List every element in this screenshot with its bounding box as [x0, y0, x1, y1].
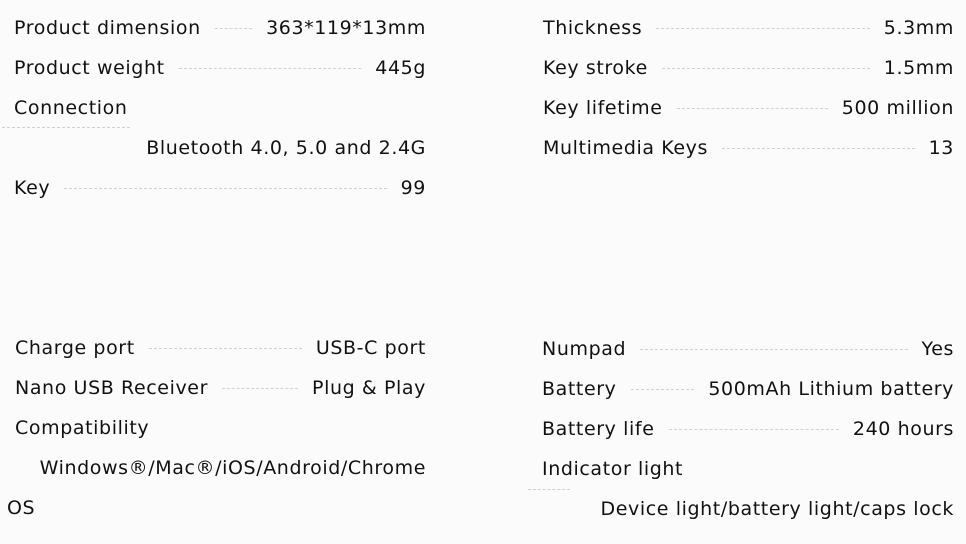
spec-panel-top-left: Product dimension 363*119*13mm Product w…: [2, 8, 426, 208]
spec-value: 99: [400, 177, 426, 199]
spec-label: Multimedia Keys: [543, 137, 709, 159]
spec-label: Battery: [542, 378, 617, 400]
dotted-leader: [668, 428, 839, 430]
dotted-leader: [630, 388, 695, 390]
dotted-leader: [178, 67, 362, 69]
dotted-leader: [64, 187, 387, 189]
spec-value: 5.3mm: [883, 17, 954, 39]
spec-row-numpad: Numpad Yes: [542, 329, 954, 369]
spec-label: Indicator light: [542, 458, 684, 480]
spec-panel-bottom-left: Charge port USB-C port Nano USB Receiver…: [7, 328, 426, 528]
spec-label: Charge port: [15, 337, 135, 359]
spec-value: Plug & Play: [312, 377, 426, 399]
dotted-leader: [722, 147, 915, 149]
spec-row-compatibility-value-cont: OS: [7, 488, 426, 528]
spec-row-indicator-light-value: Device light/battery light/caps lock: [542, 489, 954, 529]
spec-value: Bluetooth 4.0, 5.0 and 2.4G: [146, 137, 426, 159]
spec-row-key-lifetime: Key lifetime 500 million: [543, 88, 954, 128]
spec-value: 363*119*13mm: [266, 17, 426, 39]
spec-value: 500mAh Lithium battery: [708, 378, 954, 400]
spec-row-thickness: Thickness 5.3mm: [543, 8, 954, 48]
spec-row-key: Key 99: [14, 168, 426, 208]
spec-row-nano-usb-receiver: Nano USB Receiver Plug & Play: [15, 368, 426, 408]
spec-label: Numpad: [542, 338, 627, 360]
spec-label: Key lifetime: [543, 97, 663, 119]
spec-row-connection: Connection: [14, 88, 426, 128]
dotted-leader: [640, 348, 908, 350]
spec-value: USB-C port: [315, 337, 426, 359]
dotted-leader: [656, 27, 870, 29]
spec-label: Thickness: [543, 17, 643, 39]
spec-value: Yes: [921, 338, 954, 360]
spec-value: 13: [928, 137, 954, 159]
spec-row-compatibility-value: Windows®/Mac®/iOS/Android/Chrome: [7, 448, 426, 488]
dotted-leader: [661, 67, 870, 69]
spec-row-battery-life: Battery life 240 hours: [542, 409, 954, 449]
spec-row-charge-port: Charge port USB-C port: [15, 328, 426, 368]
dotted-leader: [214, 27, 253, 29]
spec-value-continued: OS: [7, 497, 36, 519]
spec-value: 500 million: [841, 97, 954, 119]
spec-label: Product weight: [14, 57, 165, 79]
spec-label: Compatibility: [15, 417, 150, 439]
spec-row-product-dimension: Product dimension 363*119*13mm: [14, 8, 426, 48]
spec-row-product-weight: Product weight 445g: [14, 48, 426, 88]
spec-label: Product dimension: [14, 17, 201, 39]
spec-row-key-stroke: Key stroke 1.5mm: [543, 48, 954, 88]
spec-row-indicator-light: Indicator light: [542, 449, 954, 489]
spec-label: Connection: [14, 97, 128, 119]
dotted-leader: [676, 107, 828, 109]
spec-value: 1.5mm: [883, 57, 954, 79]
spec-panel-top-right: Thickness 5.3mm Key stroke 1.5mm Key lif…: [543, 8, 954, 168]
spec-row-multimedia-keys: Multimedia Keys 13: [543, 128, 954, 168]
spec-value: Device light/battery light/caps lock: [600, 498, 954, 520]
spec-value: Windows®/Mac®/iOS/Android/Chrome: [39, 457, 426, 479]
spec-value: 445g: [375, 57, 426, 79]
spec-label: Nano USB Receiver: [15, 377, 209, 399]
spec-value: 240 hours: [852, 418, 954, 440]
spec-label: Key: [14, 177, 51, 199]
spec-row-battery: Battery 500mAh Lithium battery: [542, 369, 954, 409]
dotted-leader: [148, 347, 302, 349]
spec-label: Battery life: [542, 418, 655, 440]
dotted-leader: [222, 387, 299, 389]
spec-panel-bottom-right: Numpad Yes Battery 500mAh Lithium batter…: [528, 329, 954, 529]
spec-label: Key stroke: [543, 57, 648, 79]
spec-row-compatibility: Compatibility: [15, 408, 426, 448]
spec-row-connection-value: Bluetooth 4.0, 5.0 and 2.4G: [14, 128, 426, 168]
